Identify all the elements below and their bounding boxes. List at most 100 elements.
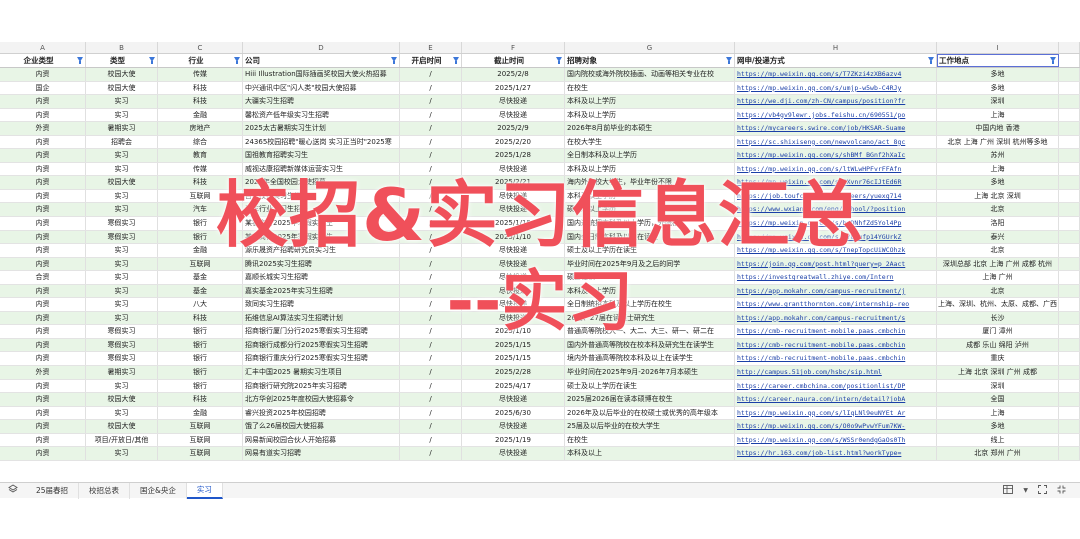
table-row[interactable]: 合资 实习 基金 嘉顺长城实习生招聘 / 尽快投递 硕士在读 https://investgr… xyxy=(0,271,1080,285)
table-row[interactable]: 内资 实习 汽车 汽车行业实习生招聘 / 尽快投递 硕士及以上学历 https://www.w… xyxy=(0,203,1080,218)
filter-icon[interactable] xyxy=(453,57,459,64)
header-deadline[interactable]: 截止时间 xyxy=(462,54,565,67)
fullscreen-icon[interactable] xyxy=(1038,485,1047,496)
filter-icon[interactable] xyxy=(726,57,732,64)
column-letter-a[interactable]: A xyxy=(0,42,86,53)
cell-apply-method[interactable]: https://mp.weixin.qq.com/s/bgDNhfZd5Yol4… xyxy=(735,217,937,230)
header-target[interactable]: 招聘对象 xyxy=(565,54,735,67)
cell-apply-method[interactable]: https://cmb-recruitment-mobile.paas.cmbc… xyxy=(735,352,937,366)
cell-apply-method[interactable]: https://mp.weixin.qq.com/s/T7ZKzi4zXB6az… xyxy=(735,68,937,81)
chevron-down-icon[interactable]: ▼ xyxy=(1023,487,1028,494)
layers-icon[interactable] xyxy=(0,484,26,497)
cell-apply-method[interactable]: https://mp.weixin.qq.com/s/TnepTopcUiWCO… xyxy=(735,244,937,257)
cell-apply-method[interactable]: https://www.wxiang.com/eng/school/?posit… xyxy=(735,203,937,217)
column-letter-d[interactable]: D xyxy=(243,42,400,53)
header-industry[interactable]: 行业 xyxy=(158,54,243,67)
filter-icon[interactable] xyxy=(556,57,562,64)
cell-apply-method[interactable]: https://www.grantthornton.com/internship… xyxy=(735,298,937,311)
table-row[interactable]: 内资 实习 科技 大疆实习生招聘 / 尽快投递 本科及以上学历 https://we.dji.… xyxy=(0,95,1080,109)
table-row[interactable]: 外资 暑期实习 房地产 2025太古暑期实习生计划/2025/2/9 2026年8月前毕… xyxy=(0,122,1080,136)
cell-apply-method[interactable]: https://vb4gv9lewr.jobs.feishu.cn/690551… xyxy=(735,108,937,122)
cell-apply-method[interactable]: https://join.qq.com/post.html?query=p_2A… xyxy=(735,257,937,271)
cell-apply-method[interactable]: https://mp.weixin.qq.com/s/shBMf_BGnf2hX… xyxy=(735,149,937,162)
column-letter-h[interactable]: H xyxy=(735,42,937,53)
table-row[interactable]: 内资 寒假实习 银行 招商银行重庆分行2025寒假实习生招聘/2025/1/15 境内外… xyxy=(0,352,1080,367)
table-row[interactable]: 内资 校园大使 传媒 Hiii Illustration国际插画奖校园大使火热招募/2… xyxy=(0,68,1080,82)
cell-apply-method[interactable]: https://mp.weixin.qq.com/s/O0o9wPvwYFum7… xyxy=(735,420,937,433)
header-company[interactable]: 公司 xyxy=(243,54,400,67)
cell-apply-method[interactable]: https://we.dji.com/zh-CN/campus/position… xyxy=(735,95,937,108)
table-row[interactable]: 内资 实习 互联网 百度校招实习生招聘 / 尽快投递 本科及以上学历 https://job.… xyxy=(0,189,1080,204)
spreadsheet-grid[interactable]: ABCDEFGHI 企业类型 类型 行业 公司 开启时间 截止时间 招聘对象 网申/投递方式 工… xyxy=(0,42,1080,482)
grid-view-icon[interactable] xyxy=(1003,485,1014,496)
table-row[interactable]: 内资 寒假实习 银行 某农商行2025年寒假实习生/2025/1/15 国内通统招本科及… xyxy=(0,217,1080,231)
cell-apply-method[interactable]: https://career.naura.com/intern/detail?j… xyxy=(735,393,937,406)
sheet-tab-2[interactable]: 国企&央企 xyxy=(130,482,187,499)
column-letter-c[interactable]: C xyxy=(158,42,243,53)
header-apply-method[interactable]: 网申/投递方式 xyxy=(735,54,937,67)
column-letter-e[interactable]: E xyxy=(400,42,462,53)
cell-apply-method[interactable]: https://app.mokahr.com/campus-recruitmen… xyxy=(735,311,937,325)
filter-icon[interactable] xyxy=(234,57,240,64)
table-row[interactable]: 内资 实习 八大 致同实习生招聘 / 尽快投递 全日制统招本科及以上学历在校生 https:/… xyxy=(0,298,1080,312)
cell-company: 汽车行业实习生招聘 xyxy=(243,203,400,217)
collapse-icon[interactable] xyxy=(1057,485,1066,496)
cell-apply-method[interactable]: https://career.cmbchina.com/positionlist… xyxy=(735,379,937,393)
table-row[interactable]: 外资 暑期实习 银行 汇丰中国2025 暑期实习生项目/2025/2/28 毕业时间在2… xyxy=(0,366,1080,380)
cell-apply-method[interactable]: https://sc.shixiseng.com/newvolcano/act_… xyxy=(735,135,937,149)
cell-apply-method[interactable]: https://mp.weixin.qq.com/s/umjp-w5wb-C4R… xyxy=(735,81,937,95)
cell-work-location: 重庆 xyxy=(937,352,1059,366)
table-row[interactable]: 内资 寒假实习 银行 招商银行厦门分行2025寒假实习生招聘/2025/1/10 普通高… xyxy=(0,325,1080,339)
cell-open-time: / xyxy=(400,81,462,95)
cell-apply-method[interactable]: https://mp.weixin.qq.com/s/GXvnr76cIJtEd… xyxy=(735,176,937,189)
cell-apply-method[interactable]: https://mp.weixin.qq.com/s/ltWLwHPFvrFFA… xyxy=(735,162,937,176)
table-row[interactable]: 内资 项目/开放日/其他 互联网 网易新闻校园合伙人开始招募/2025/1/19 在校生… xyxy=(0,433,1080,448)
filter-icon[interactable] xyxy=(1050,57,1056,64)
cell-apply-method[interactable]: https://app.mokahr.com/campus-recruitmen… xyxy=(735,284,937,298)
filter-icon[interactable] xyxy=(149,57,155,64)
table-row[interactable]: 内资 实习 金融 源乐晟资产招聘研究员实习生 / 尽快投递 硕士及以上学历在读生 https:… xyxy=(0,244,1080,258)
cell-apply-method[interactable]: https://hr.163.com/job-list.html?workTyp… xyxy=(735,447,937,460)
header-work-location[interactable]: 工作地点 xyxy=(937,54,1059,67)
table-row[interactable]: 国企 校园大使 科技 中兴通讯中区"闪人类"校园大使招募/2025/1/27 在校生 ht… xyxy=(0,81,1080,96)
filter-icon[interactable] xyxy=(391,57,397,64)
filter-icon[interactable] xyxy=(928,57,934,64)
table-row[interactable]: 内资 实习 传媒 威视达康招聘新媒体运营实习生 / 尽快投递 本科及以上学历 https://… xyxy=(0,162,1080,177)
table-row[interactable]: 内资 寒假实习 银行 招商银行成都分行2025寒假实习生招聘/2025/1/15 国内外… xyxy=(0,338,1080,353)
cell-apply-method[interactable]: https://mp.weixin.qq.com/s/4Y8Smfp14YGUr… xyxy=(735,230,937,244)
column-letter-b[interactable]: B xyxy=(86,42,158,53)
sheet-tab-0[interactable]: 25届春招 xyxy=(26,482,80,499)
table-row[interactable]: 内资 实习 教育 国祖教育招聘实习生/2025/1/28 全日制本科及以上学历 https… xyxy=(0,149,1080,163)
table-row[interactable]: 内资 招聘会 综合 24365校园招聘"暖心送岗 实习正当时"2025寒/2025/2… xyxy=(0,135,1080,150)
filter-icon[interactable] xyxy=(77,57,83,64)
table-row[interactable]: 内资 实习 互联网 网易有道实习招聘 / 尽快投递 本科及以上 https://hr.163.… xyxy=(0,447,1080,461)
cell-apply-method[interactable]: https://cmb-recruitment-mobile.paas.cmbc… xyxy=(735,325,937,338)
table-row[interactable]: 内资 实习 基金 嘉实基金2025年实习生招聘 / 尽快投递 本科及以上学历 https://… xyxy=(0,284,1080,299)
table-row[interactable]: 内资 校园大使 科技 北方华创2025年度校园大使招募令 / 尽快投递 2025届2026届… xyxy=(0,393,1080,407)
table-row[interactable]: 内资 实习 金融 睿兴投资2025年校园招聘/2025/6/30 2026年及以后毕业的… xyxy=(0,406,1080,421)
sheet-tab-3[interactable]: 实习 xyxy=(186,482,223,499)
table-row[interactable]: 内资 实习 银行 招商银行研究院2025年实习招聘/2025/4/17 硕士及以上学历在… xyxy=(0,379,1080,394)
table-row[interactable]: 内资 校园大使 互联网 饿了么26届校园大使招募 / 尽快投递 25届及以后毕业的在校大学生… xyxy=(0,420,1080,434)
header-open-time[interactable]: 开启时间 xyxy=(400,54,462,67)
table-row[interactable]: 内资 实习 互联网 腾讯2025实习生招聘 / 尽快投递 毕业时间在2025年9月及之后的同… xyxy=(0,257,1080,272)
header-type[interactable]: 类型 xyxy=(86,54,158,67)
cell-apply-method[interactable]: https://investgreatwall.zhiye.com/Intern xyxy=(735,271,937,284)
cell-apply-method[interactable]: https://job.toufcoder.com/careers/yuexg7… xyxy=(735,189,937,203)
column-letter-i[interactable]: I xyxy=(937,42,1059,53)
cell-apply-method[interactable]: https://mp.weixin.qq.com/s/lIqLNl9euNYEt… xyxy=(735,406,937,420)
table-row[interactable]: 内资 寒假实习 银行 某农商行2025年寒假实习生/2025/1/10 国内全日制本科及… xyxy=(0,230,1080,245)
table-row[interactable]: 内资 实习 科技 拓维信息AI算法实习生招聘计划 / 尽快投递 26届、27届在读硕士研究生… xyxy=(0,311,1080,326)
cell-apply-method[interactable]: https://mp.weixin.qq.com/s/WSSr0endgGaOs… xyxy=(735,433,937,447)
cell-type: 实习 xyxy=(86,298,158,311)
table-row[interactable]: 内资 实习 金融 馨松资产低年级实习生招聘 / 尽快投递 本科及以上学历 https://vb… xyxy=(0,108,1080,123)
sheet-tab-1[interactable]: 校招总表 xyxy=(79,482,131,499)
column-letter-g[interactable]: G xyxy=(565,42,735,53)
cell-industry: 基金 xyxy=(158,284,243,298)
cell-apply-method[interactable]: http://campus.51job.com/hsbc/sip.html xyxy=(735,366,937,379)
cell-apply-method[interactable]: https://mycareers.swire.com/job/HKSAR-Su… xyxy=(735,122,937,135)
cell-apply-method[interactable]: https://cmb-recruitment-mobile.paas.cmbc… xyxy=(735,338,937,352)
header-enterprise-type[interactable]: 企业类型 xyxy=(0,54,86,67)
column-letter-f[interactable]: F xyxy=(462,42,565,53)
table-row[interactable]: 内资 校园大使 科技 2025年全国校园大使招募/2025/2/21 海内外在校大学生，… xyxy=(0,176,1080,190)
